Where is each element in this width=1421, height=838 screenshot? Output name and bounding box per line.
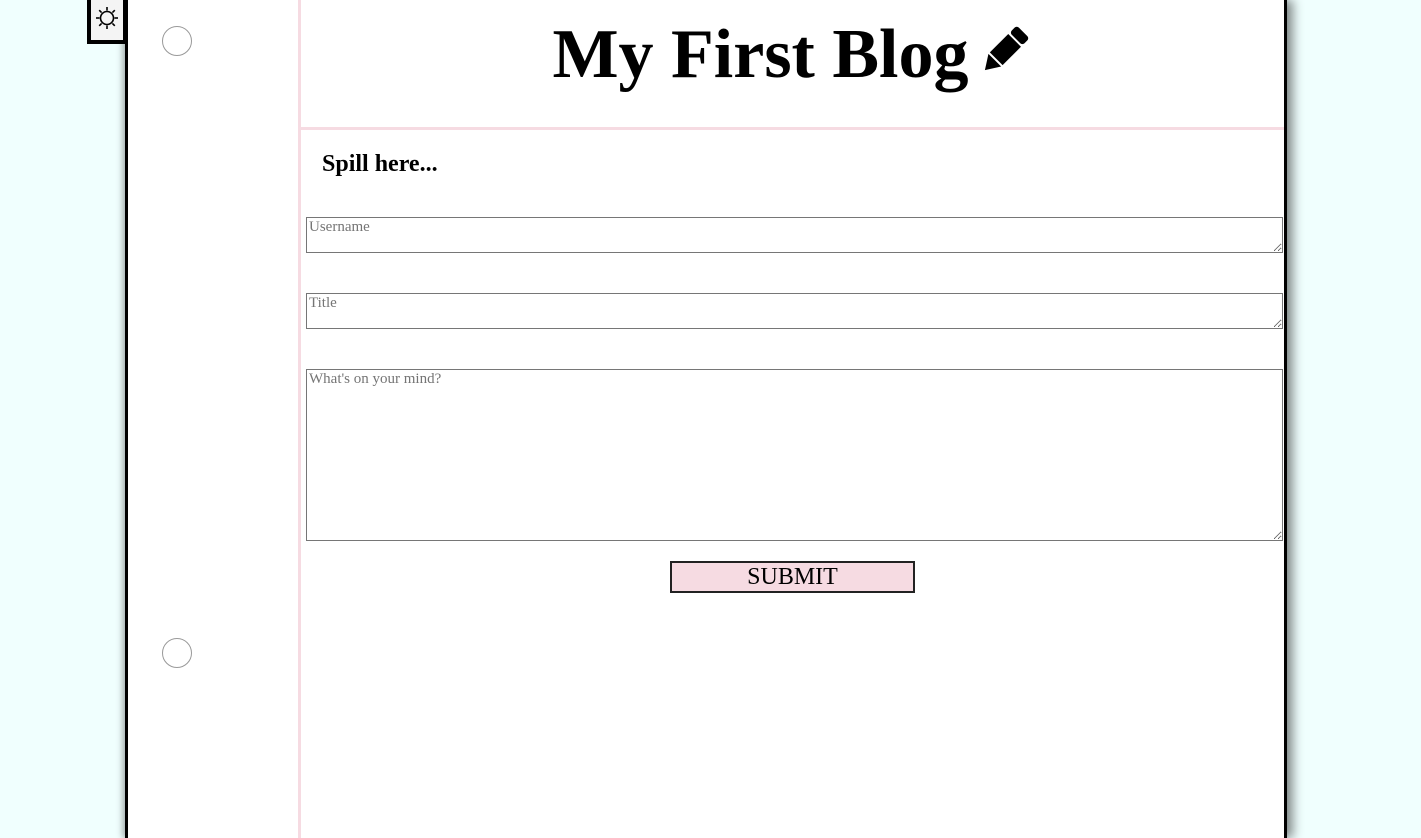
theme-toggle-button[interactable]: [87, 0, 127, 44]
binder-hole-top: [162, 26, 192, 56]
page-header: My First Blog: [301, 0, 1284, 130]
notebook-page: My First Blog Spill here... SUBMIT: [125, 0, 1287, 838]
page-title-text: My First Blog: [552, 15, 969, 93]
title-input[interactable]: [306, 293, 1283, 329]
content-textarea[interactable]: [306, 369, 1283, 541]
sun-icon: [95, 6, 119, 35]
page-title: My First Blog: [552, 16, 1032, 111]
submit-button[interactable]: SUBMIT: [670, 561, 915, 593]
binder-hole-bottom: [162, 638, 192, 668]
pencil-icon: [975, 22, 1033, 93]
form-heading: Spill here...: [322, 151, 438, 177]
username-input[interactable]: [306, 217, 1283, 253]
post-form: Spill here... SUBMIT: [301, 130, 1284, 593]
